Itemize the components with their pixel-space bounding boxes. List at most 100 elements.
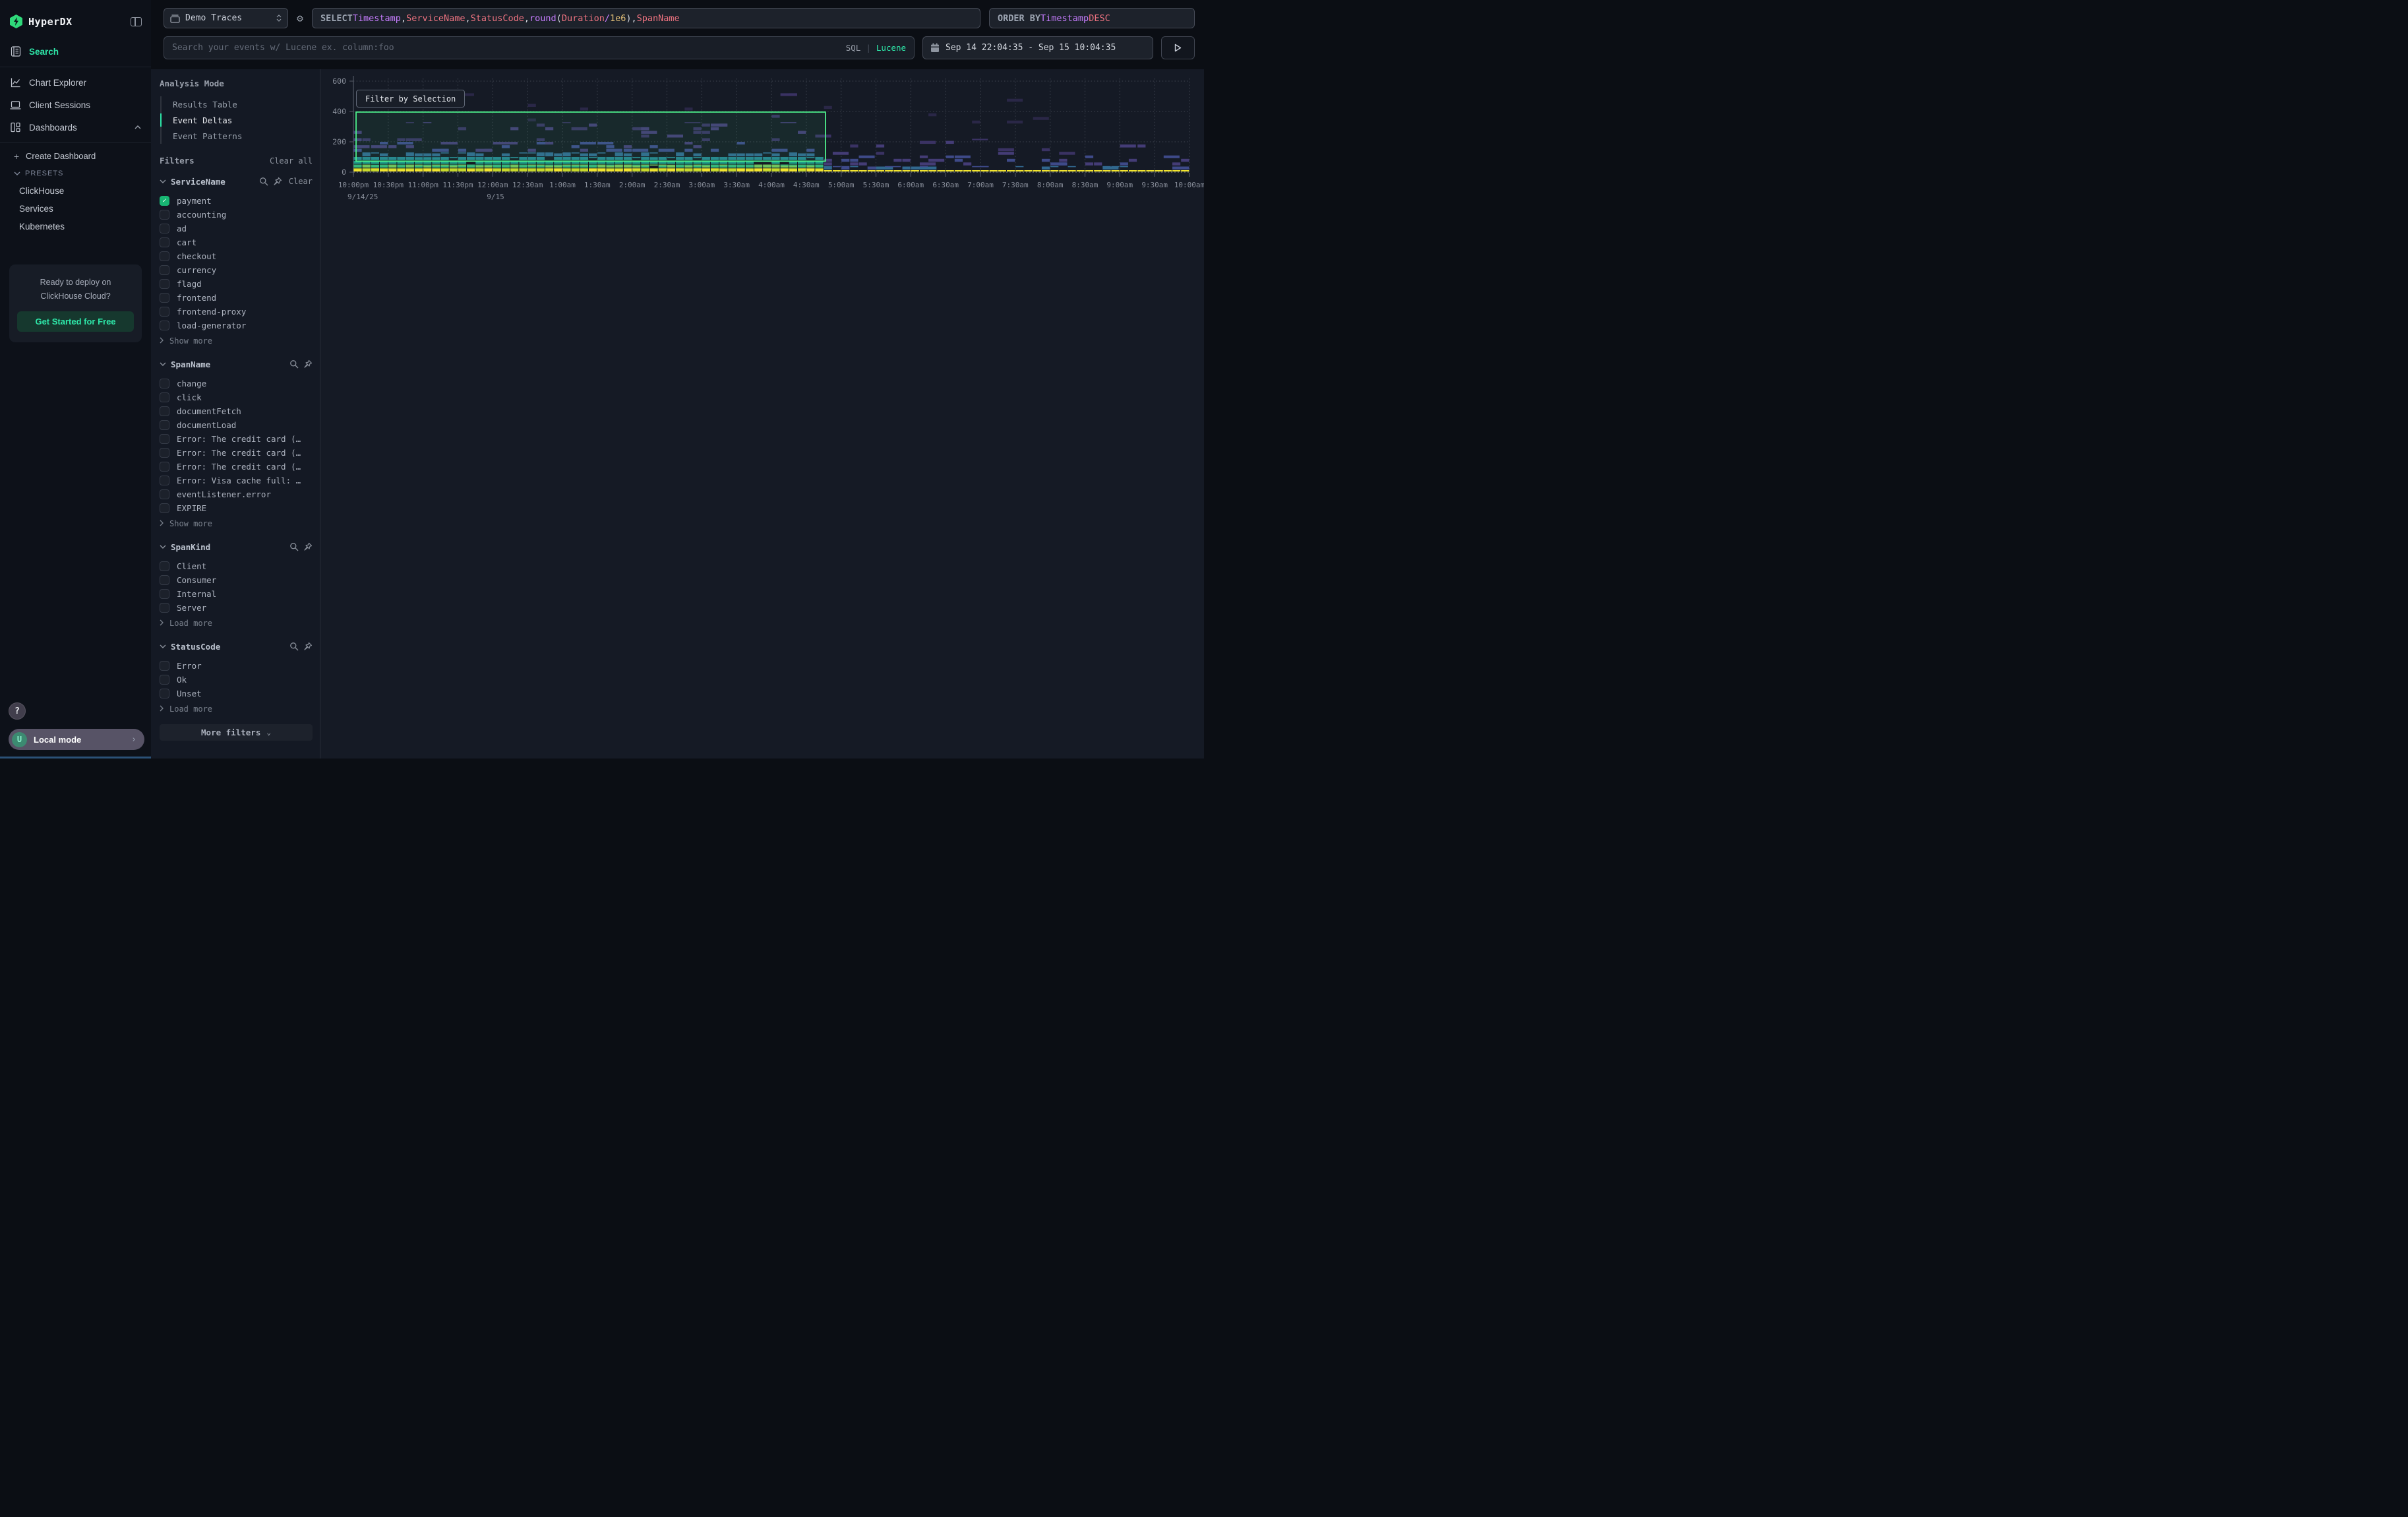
search-icon[interactable] (259, 177, 268, 186)
show-more-link[interactable]: Load more (160, 702, 313, 716)
search-icon[interactable] (289, 542, 299, 551)
checkbox[interactable] (160, 420, 169, 430)
lucene-mode-toggle[interactable]: Lucene (876, 43, 906, 53)
pin-icon[interactable] (303, 642, 313, 651)
checkbox[interactable] (160, 251, 169, 261)
filter-group-header-servicename[interactable]: ServiceNameClear (160, 175, 313, 188)
show-more-link[interactable]: Show more (160, 516, 313, 531)
filter-option-row[interactable]: Ok (160, 673, 313, 687)
search-icon[interactable] (289, 642, 299, 651)
checkbox[interactable] (160, 434, 169, 444)
checkbox[interactable] (160, 224, 169, 233)
preset-item-kubernetes[interactable]: Kubernetes (0, 218, 151, 235)
run-query-button[interactable] (1161, 36, 1195, 59)
checkbox[interactable] (160, 476, 169, 485)
checkbox[interactable] (160, 293, 169, 303)
help-button[interactable]: ? (9, 702, 26, 720)
filter-option-row[interactable]: Server (160, 601, 313, 615)
filter-option-row[interactable]: ad (160, 222, 313, 235)
chart-selection[interactable] (356, 112, 826, 162)
filter-option-row[interactable]: Error: Visa cache full: … (160, 474, 313, 487)
preset-item-clickhouse[interactable]: ClickHouse (0, 182, 151, 200)
checkbox[interactable] (160, 321, 169, 330)
get-started-button[interactable]: Get Started for Free (17, 311, 134, 332)
more-filters-button[interactable]: More filters ⌄ (160, 724, 313, 741)
filter-option-row[interactable]: click (160, 390, 313, 404)
clear-all-filters-link[interactable]: Clear all (270, 156, 313, 166)
preset-item-services[interactable]: Services (0, 200, 151, 218)
sidebar-item-chart-explorer[interactable]: Chart Explorer (0, 71, 151, 94)
checkbox[interactable] (160, 489, 169, 499)
pin-icon[interactable] (303, 359, 313, 369)
filter-option-row[interactable]: ✓payment (160, 194, 313, 208)
filter-option-row[interactable]: currency (160, 263, 313, 277)
filter-option-row[interactable]: Error: The credit card (… (160, 432, 313, 446)
filter-option-row[interactable]: Error: The credit card (… (160, 446, 313, 460)
presets-toggle[interactable]: PRESETS (0, 165, 151, 182)
checkbox[interactable] (160, 265, 169, 275)
filter-option-row[interactable]: Consumer (160, 573, 313, 587)
filter-option-row[interactable]: documentLoad (160, 418, 313, 432)
sidebar-item-client-sessions[interactable]: Client Sessions (0, 94, 151, 116)
filter-option-row[interactable]: eventListener.error (160, 487, 313, 501)
checkbox[interactable] (160, 392, 169, 402)
filter-option-row[interactable]: Client (160, 559, 313, 573)
filter-option-row[interactable]: load-generator (160, 319, 313, 332)
checkbox[interactable] (160, 589, 169, 599)
filter-option-row[interactable]: change (160, 377, 313, 390)
checkbox[interactable] (160, 462, 169, 472)
checkbox[interactable] (160, 575, 169, 585)
checkbox[interactable] (160, 279, 169, 289)
source-settings-gear-icon[interactable]: ⚙ (288, 12, 312, 24)
create-dashboard-button[interactable]: + Create Dashboard (0, 147, 151, 165)
analysis-mode-results-table[interactable]: Results Table (162, 96, 313, 112)
checkbox[interactable] (160, 406, 169, 416)
order-by-input[interactable]: ORDER BY Timestamp DESC (989, 8, 1195, 28)
checkbox[interactable] (160, 210, 169, 220)
filter-option-row[interactable]: Unset (160, 687, 313, 700)
checkbox[interactable] (160, 675, 169, 685)
event-search-bar[interactable]: SQL | Lucene (164, 36, 915, 59)
filter-option-row[interactable]: accounting (160, 208, 313, 222)
checkbox[interactable] (160, 561, 169, 571)
filter-option-row[interactable]: Error: The credit card (… (160, 460, 313, 474)
time-range-picker[interactable]: Sep 14 22:04:35 - Sep 15 10:04:35 (922, 36, 1153, 59)
checkbox[interactable] (160, 661, 169, 671)
filter-option-row[interactable]: frontend (160, 291, 313, 305)
filter-option-row[interactable]: documentFetch (160, 404, 313, 418)
sidebar-item-dashboards[interactable]: Dashboards (0, 116, 151, 139)
filter-group-header-spanname[interactable]: SpanName (160, 357, 313, 371)
checkbox[interactable] (160, 503, 169, 513)
analysis-mode-event-deltas[interactable]: Event Deltas (162, 112, 313, 128)
checkbox[interactable] (160, 307, 169, 317)
sql-mode-toggle[interactable]: SQL (846, 43, 861, 53)
select-columns-input[interactable]: SELECT Timestamp, ServiceName, StatusCod… (312, 8, 980, 28)
filter-option-row[interactable]: Error (160, 659, 313, 673)
search-input[interactable] (172, 43, 846, 53)
pin-icon[interactable] (303, 542, 313, 551)
show-more-link[interactable]: Show more (160, 334, 313, 348)
checkbox[interactable] (160, 379, 169, 388)
sidebar-collapse-icon[interactable] (131, 17, 142, 26)
analysis-mode-event-patterns[interactable]: Event Patterns (162, 128, 313, 144)
sidebar-item-search[interactable]: Search (0, 40, 151, 63)
clear-group-link[interactable]: Clear (289, 177, 313, 186)
pin-icon[interactable] (273, 177, 282, 186)
filter-by-selection-button[interactable]: Filter by Selection (356, 90, 465, 108)
checkbox-checked[interactable]: ✓ (160, 196, 169, 206)
filter-option-row[interactable]: EXPIRE (160, 501, 313, 515)
checkbox[interactable] (160, 689, 169, 698)
source-select[interactable]: Demo Traces (164, 8, 288, 28)
filter-group-header-statuscode[interactable]: StatusCode (160, 640, 313, 653)
filter-option-row[interactable]: checkout (160, 249, 313, 263)
checkbox[interactable] (160, 237, 169, 247)
filter-option-row[interactable]: flagd (160, 277, 313, 291)
local-mode-button[interactable]: U Local mode › (9, 729, 144, 750)
filter-option-row[interactable]: Internal (160, 587, 313, 601)
checkbox[interactable] (160, 603, 169, 613)
filter-group-header-spankind[interactable]: SpanKind (160, 540, 313, 553)
filter-option-row[interactable]: cart (160, 235, 313, 249)
show-more-link[interactable]: Load more (160, 616, 313, 631)
filter-option-row[interactable]: frontend-proxy (160, 305, 313, 319)
checkbox[interactable] (160, 448, 169, 458)
